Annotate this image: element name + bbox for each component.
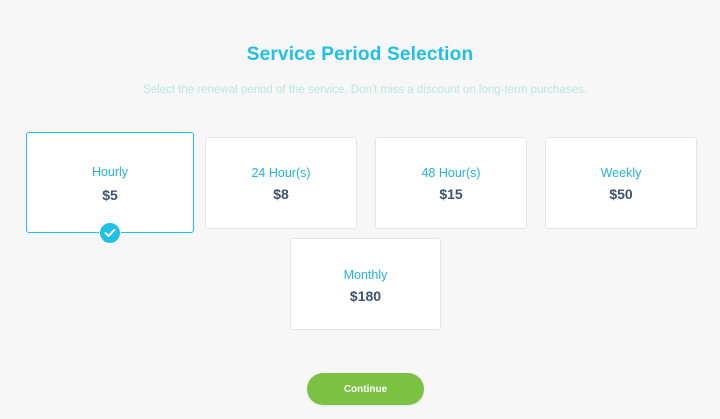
- period-option-label: Monthly: [343, 268, 388, 282]
- page-title: Service Period Selection: [246, 44, 474, 65]
- check-circle-icon: [99, 222, 121, 244]
- period-option-label: 48 Hour(s): [421, 166, 481, 180]
- period-option-label: 24 Hour(s): [251, 166, 311, 180]
- period-option-label: Hourly: [91, 165, 129, 179]
- period-option-48-hours[interactable]: 48 Hour(s) $15: [375, 137, 527, 229]
- period-option-price: $15: [439, 186, 463, 202]
- continue-button[interactable]: Continue: [307, 373, 424, 405]
- period-option-price: $8: [273, 186, 289, 202]
- period-option-price: $180: [349, 288, 382, 304]
- page-subtitle: Select the renewal period of the service…: [143, 84, 587, 96]
- period-option-price: $50: [609, 186, 633, 202]
- period-option-monthly[interactable]: Monthly $180: [290, 238, 441, 330]
- period-option-hourly[interactable]: Hourly $5: [26, 132, 194, 233]
- period-option-24-hours[interactable]: 24 Hour(s) $8: [205, 137, 357, 229]
- period-option-weekly[interactable]: Weekly $50: [545, 137, 697, 229]
- period-option-label: Weekly: [600, 166, 642, 180]
- period-option-price: $5: [102, 187, 118, 203]
